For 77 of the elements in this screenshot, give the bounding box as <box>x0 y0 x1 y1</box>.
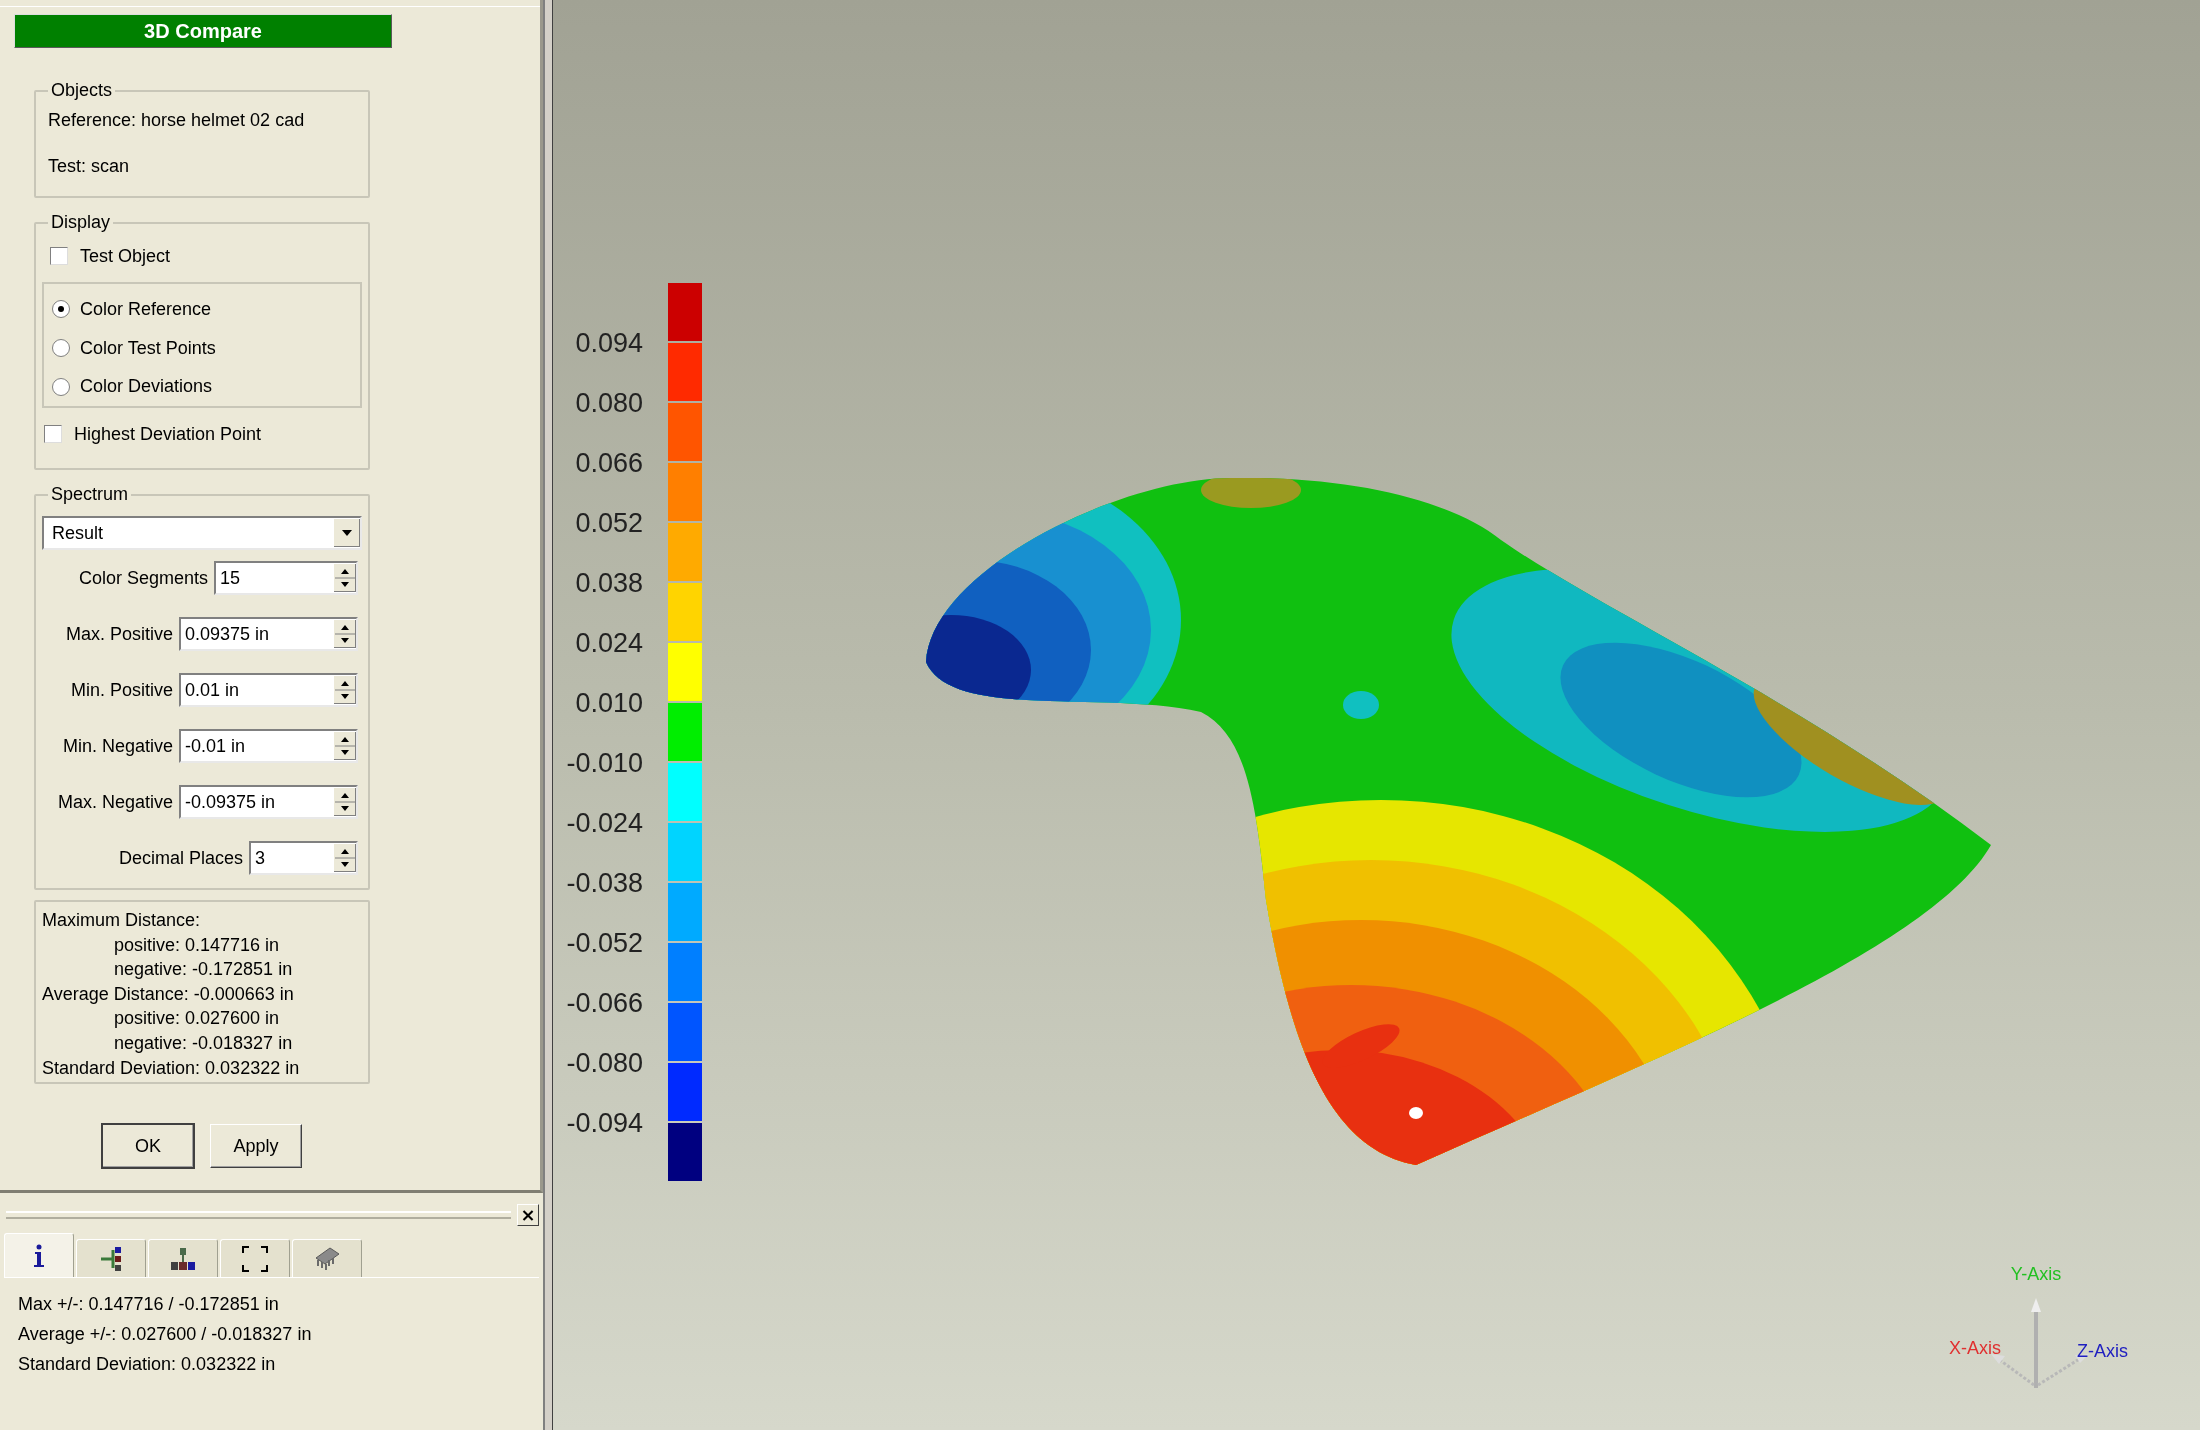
legend-value: -0.024 <box>566 807 643 839</box>
legend-value: 0.052 <box>575 507 643 539</box>
spin-field[interactable]: 0.01 in <box>179 673 358 707</box>
radio-label: Color Test Points <box>80 337 216 359</box>
checkbox-label: Highest Deviation Point <box>74 423 262 445</box>
radio-button[interactable] <box>52 377 70 396</box>
axis-label: Z-Axis <box>2077 1341 2128 1361</box>
panel-tab[interactable] <box>4 1233 74 1277</box>
field-label: Min. Negative <box>62 735 173 757</box>
spectrum-dropdown[interactable]: Result <box>42 516 362 550</box>
field-label: Max. Negative <box>57 791 173 813</box>
spin-field[interactable]: 15 <box>214 561 358 595</box>
panel-tab[interactable] <box>76 1239 146 1277</box>
panel-tab[interactable] <box>148 1239 218 1277</box>
group-title: Display <box>48 212 114 233</box>
legend-value: -0.080 <box>566 1047 643 1079</box>
spin-arrows-icon[interactable] <box>334 564 356 592</box>
legend-value: 0.080 <box>575 387 643 419</box>
spin-arrows-icon[interactable] <box>334 676 356 704</box>
3d-viewport[interactable]: 0.094 0.080 0.066 0.052 0.038 0.024 0.010 -0.010 -0.024 -0.038 -0.052 -0.066 -0.080 -0.094 Y-Axis X-Axis Z-Axis <box>553 0 2200 1430</box>
legend-value: 0.066 <box>575 447 643 479</box>
spin-arrows-icon[interactable] <box>334 732 356 760</box>
legend-value: -0.094 <box>566 1107 643 1139</box>
spin-arrows-icon[interactable] <box>334 788 356 816</box>
chip-icon <box>313 1245 341 1272</box>
close-button[interactable]: × <box>517 1204 539 1226</box>
checkbox[interactable] <box>44 425 62 443</box>
axis-label: X-Axis <box>1949 1338 2001 1358</box>
statistic-line: Average Distance: -0.000663 in <box>42 982 294 1006</box>
legend-value: 0.010 <box>575 687 643 719</box>
spin-field[interactable]: -0.09375 in <box>179 785 358 819</box>
spin-field[interactable]: 0.09375 in <box>179 617 358 651</box>
spin-field[interactable]: 3 <box>249 841 358 875</box>
legend-value: 0.038 <box>575 567 643 599</box>
tree-icon <box>99 1245 123 1272</box>
statistic-line: Maximum Distance: <box>42 909 201 932</box>
radio-label: Color Reference <box>80 298 212 320</box>
field-label: Max. Positive <box>65 623 173 645</box>
legend-value: -0.038 <box>566 867 643 899</box>
fit-icon <box>241 1244 269 1273</box>
panel-title: 3D Compare <box>14 14 392 48</box>
splitter-bar[interactable] <box>545 0 553 1430</box>
group-title: Objects <box>48 80 116 101</box>
group-title: Spectrum <box>48 484 132 505</box>
statistic-line: Standard Deviation: 0.032322 in <box>18 1354 276 1375</box>
info-icon <box>33 1243 45 1268</box>
field-label: Color Segments <box>78 567 208 589</box>
legend-value: 0.094 <box>575 327 643 359</box>
statistic-line: positive: 0.027600 in <box>114 1007 280 1031</box>
hierarchy-icon <box>170 1246 196 1271</box>
spin-arrows-icon[interactable] <box>334 844 356 872</box>
panel-tab[interactable] <box>220 1239 290 1277</box>
checkbox[interactable] <box>50 247 68 265</box>
legend-value: 0.024 <box>575 627 643 659</box>
statistic-line: Standard Deviation: 0.032322 in <box>42 1056 300 1080</box>
legend-value: -0.066 <box>566 987 643 1019</box>
radio-button[interactable] <box>52 300 70 319</box>
spin-arrows-icon[interactable] <box>334 620 356 648</box>
statistic-line: negative: -0.018327 in <box>114 1031 293 1055</box>
dialog-button[interactable]: OK <box>102 1124 194 1168</box>
legend-value: -0.052 <box>566 927 643 959</box>
reference-label: Reference: horse helmet 02 cad <box>48 110 306 131</box>
field-label: Min. Positive <box>70 679 173 701</box>
statistic-line: positive: 0.147716 in <box>114 933 280 957</box>
field-label: Decimal Places <box>118 847 243 869</box>
test-label: Test: scan <box>48 156 131 177</box>
spin-field[interactable]: -0.01 in <box>179 729 358 763</box>
axis-label: Y-Axis <box>2010 1264 2062 1284</box>
legend-value: -0.010 <box>566 747 643 779</box>
radio-label: Color Deviations <box>80 376 213 398</box>
panel-grip[interactable] <box>6 1211 511 1219</box>
statistic-line: Max +/-: 0.147716 / -0.172851 in <box>18 1294 279 1315</box>
statistic-line: negative: -0.172851 in <box>114 958 293 982</box>
radio-button[interactable] <box>52 339 70 357</box>
dialog-button[interactable]: Apply <box>210 1124 302 1168</box>
checkbox-label: Test Object <box>80 245 171 267</box>
statistic-line: Average +/-: 0.027600 / -0.018327 in <box>18 1324 312 1345</box>
